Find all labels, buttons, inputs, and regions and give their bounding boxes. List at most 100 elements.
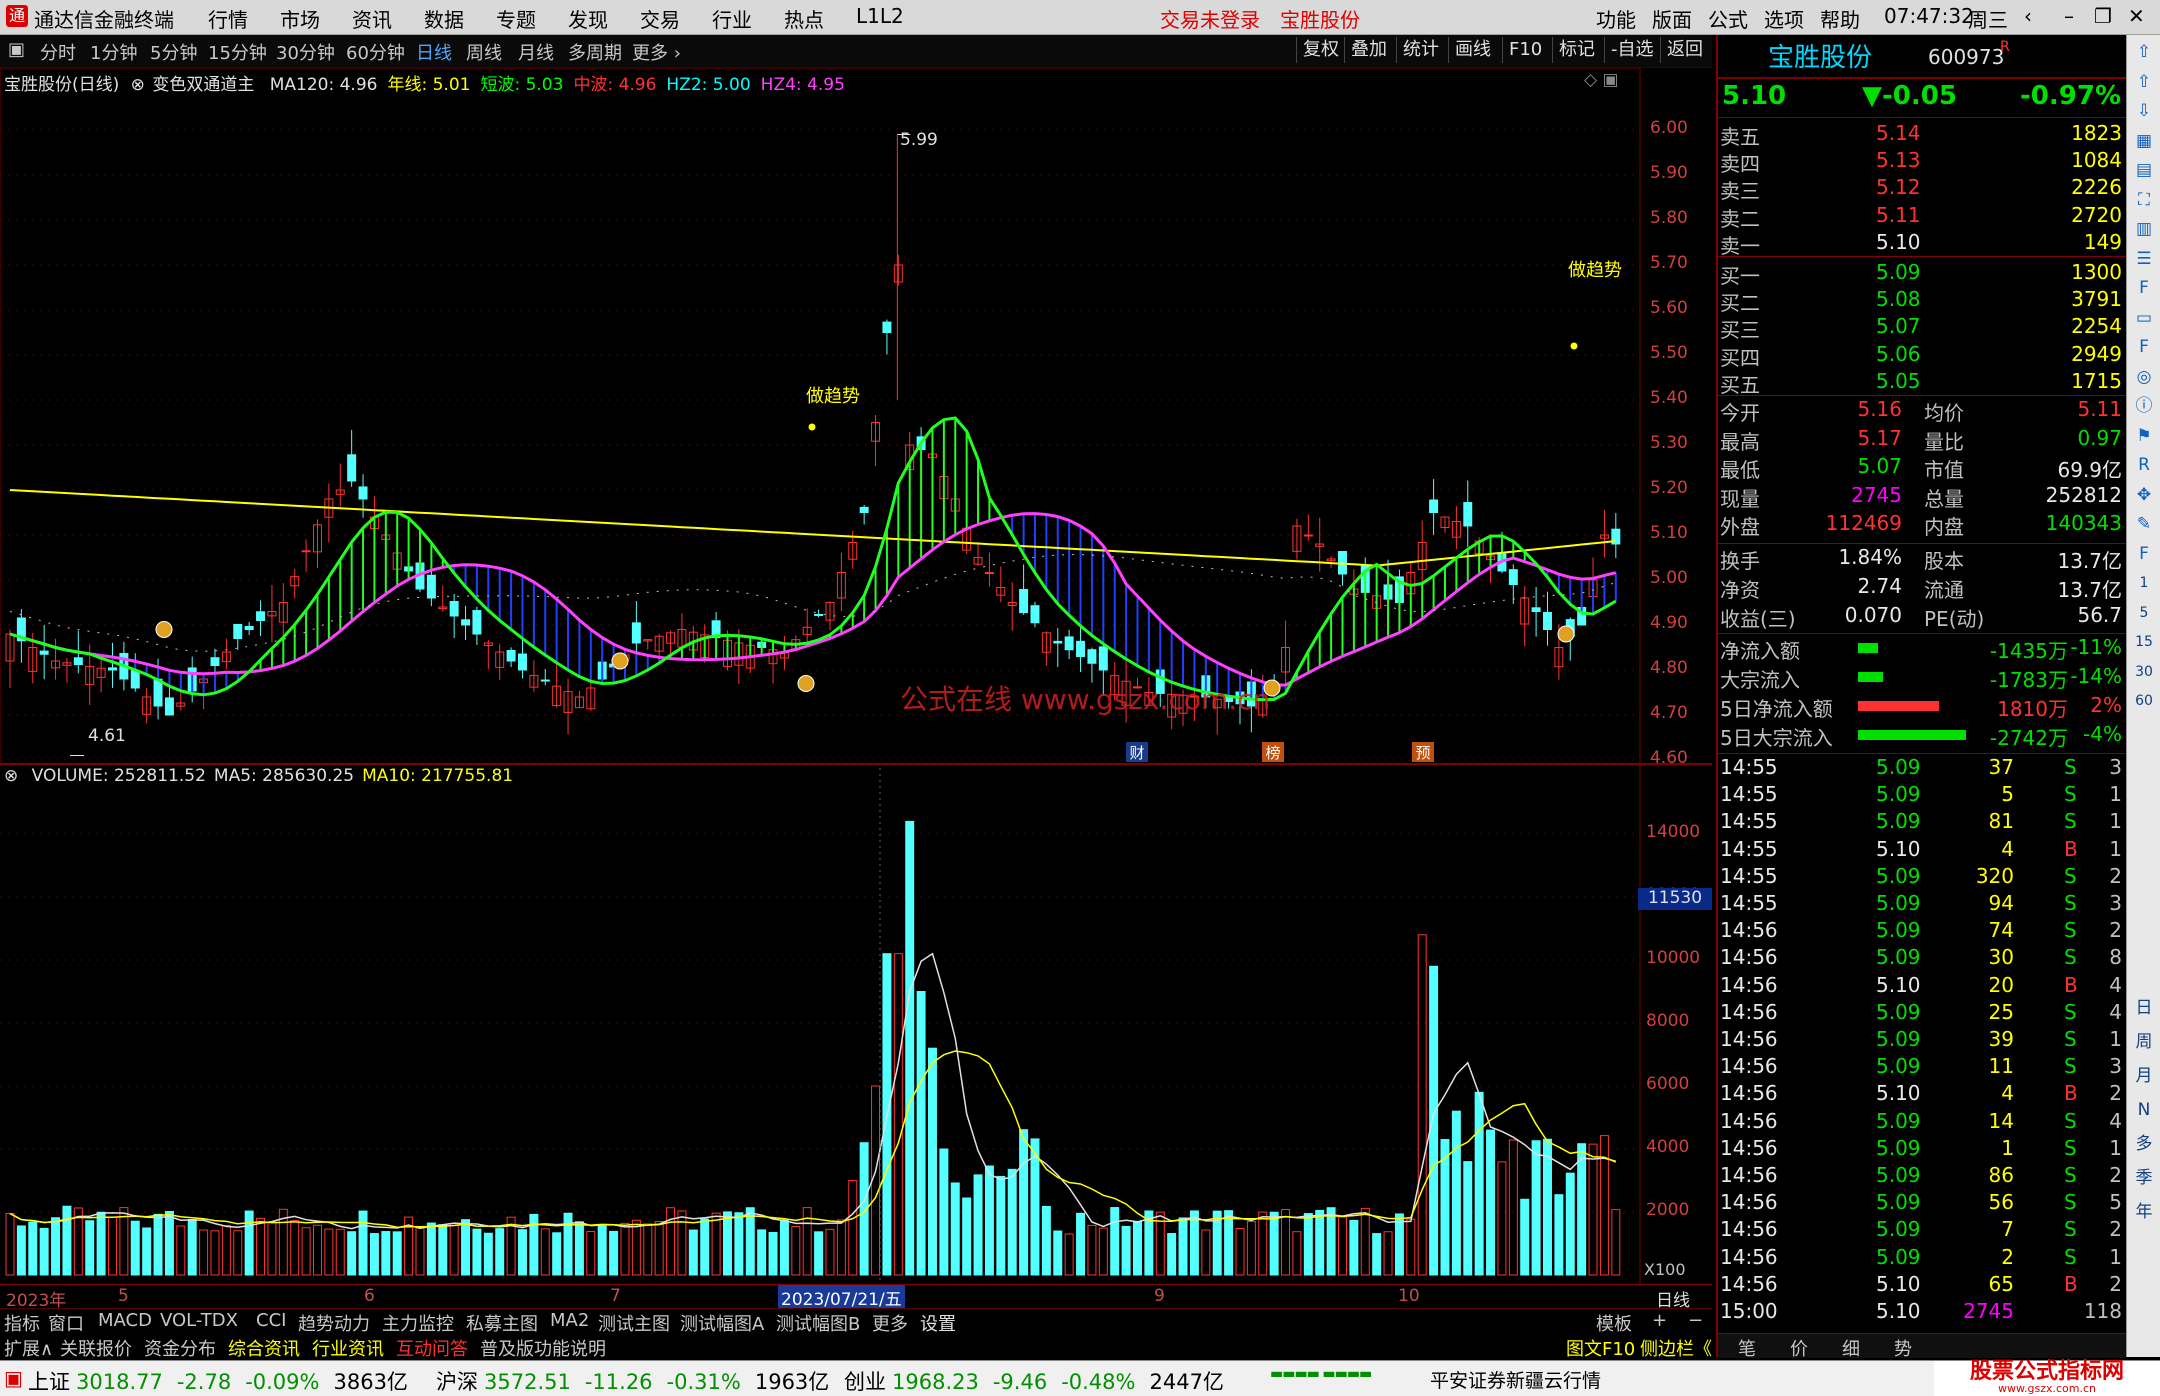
action-biaoji[interactable]: 标记 [1552,37,1601,63]
minimize-icon[interactable]: – [2064,4,2074,28]
ask-row[interactable]: 卖三 5.12 2226 [1718,175,2126,203]
chart-corner-icons[interactable]: ◇ ▣ [1584,70,1619,90]
indicator-tab[interactable]: VOL-TDX [160,1310,238,1331]
index-quote[interactable]: 创业 1968.23 -9.46 -0.48% 2447亿 [844,1366,1224,1396]
f10-icon[interactable]: F [2131,275,2157,301]
action-fuquan[interactable]: 复权 [1296,37,1345,63]
pen-icon[interactable]: ✎ [2131,511,2157,537]
extension-tab[interactable]: 关联报价 [60,1335,132,1361]
period-1min[interactable]: 1分钟 [90,39,137,65]
indicator-tab[interactable]: 测试幅图A [680,1310,764,1336]
period-30min[interactable]: 30分钟 [276,39,335,65]
period-15min[interactable]: 15分钟 [208,39,267,65]
15-icon[interactable]: 15 [2131,629,2157,655]
side-period-3[interactable]: N [2131,1097,2157,1123]
action-fanhui[interactable]: 返回 [1660,37,1709,63]
bid-row[interactable]: 买四 5.06 2949 [1718,342,2126,370]
period-fenshi[interactable]: 分时 [40,39,76,65]
list-icon[interactable]: ☰ [2131,246,2157,272]
up-icon[interactable]: ⇧ [2131,69,2157,95]
indicator-tab[interactable]: 主力监控 [382,1310,454,1336]
close-icon[interactable]: ✕ [2128,4,2145,28]
doc-icon[interactable]: ▭ [2131,305,2157,331]
flag-icon[interactable]: ⚑ [2131,423,2157,449]
rsi-icon[interactable]: R [2131,452,2157,478]
period-weekly[interactable]: 周线 [466,39,502,65]
indicator-tab[interactable]: 趋势动力 [298,1310,370,1336]
chart-icon[interactable]: ⛶ [2131,187,2157,213]
indicator-tab[interactable]: 窗口 [48,1310,84,1336]
action-f10[interactable]: F10 [1502,37,1548,63]
action-diejia[interactable]: 叠加 [1344,37,1393,63]
period-more[interactable]: 更多 › [632,39,681,65]
bid-row[interactable]: 买三 5.07 2254 [1718,314,2126,342]
back-icon[interactable]: ‹ [2024,4,2032,28]
indicator-tab[interactable]: 设置 [920,1310,956,1336]
table-icon[interactable]: ▤ [2131,157,2157,183]
info-icon[interactable]: ⓘ [2131,393,2157,419]
5-icon[interactable]: 5 [2131,600,2157,626]
period-daily[interactable]: 日线 [416,39,452,65]
volume-toggle-icon[interactable]: ⊗ [4,766,18,786]
side-period-4[interactable]: 多 [2131,1131,2157,1157]
1-icon[interactable]: 1 [2131,570,2157,596]
remove-pane-button[interactable]: − [1688,1310,1703,1331]
30-icon[interactable]: 30 [2131,659,2157,685]
quote-panel-tab[interactable]: 价 [1790,1335,1808,1361]
side-period-5[interactable]: 季 [2131,1165,2157,1191]
menu-banmian[interactable]: 版面 [1652,4,1692,33]
f10-button[interactable]: 图文F10 [1566,1335,1635,1361]
side-period-0[interactable]: 日 [2131,995,2157,1021]
quote-panel-tab[interactable]: 笔 [1738,1335,1756,1361]
indicator-tab[interactable]: 指标 [4,1310,40,1336]
restore-icon[interactable]: ❐ [2094,4,2112,28]
indicator-tab[interactable]: 更多 [872,1310,908,1336]
indicator-tab[interactable]: 测试幅图B [776,1310,860,1336]
menu-gongshi[interactable]: 公式 [1708,4,1748,33]
menu-hangye[interactable]: 行业 [712,4,752,33]
index-quote[interactable]: 沪深 3572.51 -11.26 -0.31% 1963亿 [436,1366,829,1396]
side-period-1[interactable]: 周 [2131,1029,2157,1055]
quote-panel-tab[interactable]: 势 [1894,1335,1912,1361]
event-badge-yu[interactable]: 预 [1412,742,1434,762]
menu-jiaoyi[interactable]: 交易 [640,4,680,33]
ask-row[interactable]: 卖四 5.13 1084 [1718,148,2126,176]
indicator-tab[interactable]: MA2 [550,1310,589,1331]
down-icon[interactable]: ⇩ [2131,98,2157,124]
indicator-toggle-icon[interactable]: ⊗ [131,75,145,95]
bid-row[interactable]: 买一 5.09 1300 [1718,260,2126,288]
toolbar-toggle-icon[interactable]: ▣ [8,39,25,60]
menu-l1l2[interactable]: L1L2 [856,4,904,28]
extension-tab[interactable]: 扩展∧ [4,1335,53,1361]
indicator-name[interactable]: 变色双通道主 [152,75,254,95]
template-button[interactable]: 模板 [1596,1310,1632,1336]
menu-bangzhu[interactable]: 帮助 [1820,4,1860,33]
period-5min[interactable]: 5分钟 [150,39,197,65]
menu-zixun[interactable]: 资讯 [352,4,392,33]
action-huaxian[interactable]: 画线 [1448,37,1497,63]
extension-tab[interactable]: 综合资讯 [228,1335,300,1361]
period-monthly[interactable]: 月线 [518,39,554,65]
event-badge-bang[interactable]: 榜 [1262,742,1284,762]
login-status[interactable]: 交易未登录 [1160,4,1260,33]
extension-tab[interactable]: 资金分布 [144,1335,216,1361]
menu-faxian[interactable]: 发现 [568,4,608,33]
candles-icon[interactable]: ▥ [2131,216,2157,242]
index-quote[interactable]: 上证 3018.77 -2.78 -0.09% 3863亿 [28,1366,408,1396]
menu-shichang[interactable]: 市场 [280,4,320,33]
up-arrow-icon[interactable]: ⇧ [2131,39,2157,65]
ask-row[interactable]: 卖一 5.10 149 [1718,230,2126,258]
circle-icon[interactable]: ◎ [2131,364,2157,390]
action-zixuan[interactable]: -自选 [1604,37,1660,63]
side-period-2[interactable]: 月 [2131,1063,2157,1089]
menu-redian[interactable]: 热点 [784,4,824,33]
extension-tab[interactable]: 普及版功能说明 [480,1335,606,1361]
add-pane-button[interactable]: + [1652,1310,1667,1331]
side-period-6[interactable]: 年 [2131,1199,2157,1225]
menu-zhuanti[interactable]: 专题 [496,4,536,33]
event-badge-cai[interactable]: 财 [1126,742,1148,762]
extension-tab[interactable]: 行业资讯 [312,1335,384,1361]
move-icon[interactable]: ✥ [2131,482,2157,508]
bid-row[interactable]: 买五 5.05 1715 [1718,369,2126,397]
indicator-tab[interactable]: MACD [98,1310,152,1331]
